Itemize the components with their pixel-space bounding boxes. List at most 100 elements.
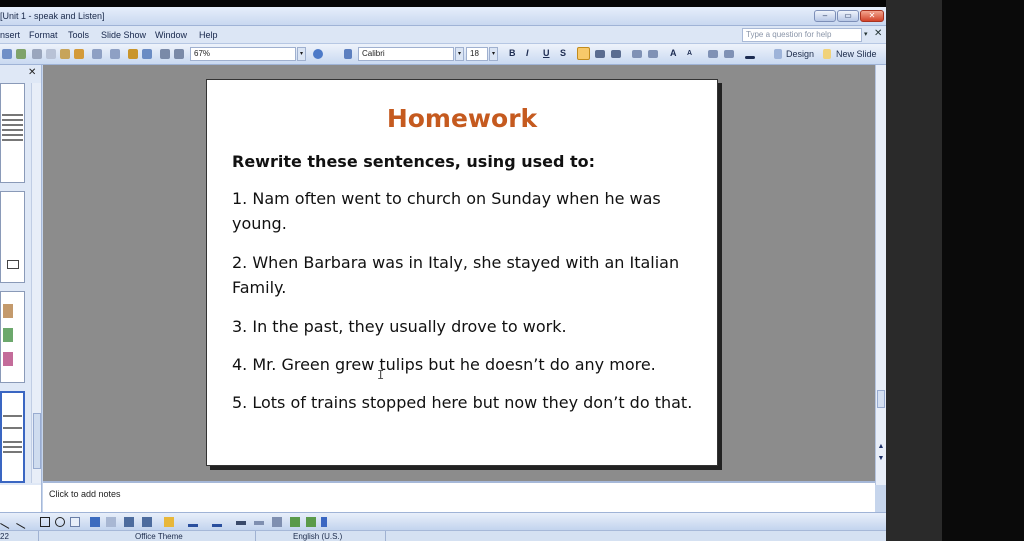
insert-wordart-icon[interactable] bbox=[160, 49, 170, 59]
menu-slide-show[interactable]: Slide Show bbox=[101, 30, 146, 40]
shadow-style-icon[interactable] bbox=[290, 517, 300, 527]
dash-style-icon[interactable] bbox=[254, 521, 264, 525]
underline-button[interactable]: U bbox=[543, 48, 550, 58]
italic-button[interactable]: I bbox=[526, 48, 529, 58]
arrow-style-icon[interactable] bbox=[272, 517, 282, 527]
close-pane-button[interactable]: ✕ bbox=[28, 67, 36, 78]
slide-title[interactable]: Homework bbox=[207, 104, 717, 133]
top-black-border bbox=[0, 0, 886, 7]
wordart-icon[interactable] bbox=[90, 517, 100, 527]
scroll-thumb[interactable] bbox=[877, 390, 885, 408]
font-color-draw-icon[interactable] bbox=[212, 524, 222, 527]
paste-icon[interactable] bbox=[60, 49, 70, 59]
status-divider bbox=[38, 531, 39, 541]
slide-number: 22 bbox=[0, 532, 9, 541]
design-icon[interactable] bbox=[774, 49, 782, 59]
research-icon[interactable] bbox=[16, 49, 26, 59]
arrow-icon[interactable] bbox=[16, 515, 30, 529]
bold-button[interactable]: B bbox=[509, 48, 516, 58]
help-icon[interactable] bbox=[313, 49, 323, 59]
toolbar-options-icon[interactable] bbox=[321, 517, 327, 527]
fill-color-icon[interactable] bbox=[164, 517, 174, 527]
align-right-icon[interactable] bbox=[611, 50, 621, 58]
slide-thumbnail[interactable] bbox=[0, 191, 25, 283]
decrease-font-button[interactable]: A bbox=[687, 50, 692, 57]
insert-chart-icon[interactable] bbox=[128, 49, 138, 59]
redo-icon[interactable] bbox=[110, 49, 120, 59]
help-search-input[interactable]: Type a question for help bbox=[742, 28, 862, 42]
menu-window[interactable]: Window bbox=[155, 30, 187, 40]
bullets-icon[interactable] bbox=[648, 50, 658, 58]
minimize-button[interactable]: – bbox=[814, 10, 836, 22]
picture-icon[interactable] bbox=[142, 517, 152, 527]
slide[interactable]: Homework Rewrite these sentences, using … bbox=[206, 79, 718, 466]
font-size-select[interactable]: 18 bbox=[466, 47, 488, 61]
3d-style-icon[interactable] bbox=[306, 517, 316, 527]
language-status[interactable]: English (U.S.) bbox=[293, 532, 342, 541]
sentence-item[interactable]: 5. Lots of trains stopped here but now t… bbox=[232, 390, 702, 415]
oval-icon[interactable] bbox=[55, 517, 65, 527]
sentence-item[interactable]: 1. Nam often went to church on Sunday wh… bbox=[232, 186, 702, 236]
title-bar: [Unit 1 - speak and Listen] – ▭ ✕ bbox=[0, 7, 886, 26]
slide-subtitle[interactable]: Rewrite these sentences, using used to: bbox=[232, 152, 595, 171]
maximize-button[interactable]: ▭ bbox=[837, 10, 859, 22]
notes-placeholder[interactable]: Click to add notes bbox=[49, 489, 121, 499]
menu-insert[interactable]: nsert bbox=[0, 30, 20, 40]
next-slide-icon[interactable]: ▼ bbox=[877, 455, 885, 465]
clipart-icon[interactable] bbox=[124, 517, 134, 527]
design-button[interactable]: Design bbox=[786, 49, 814, 59]
cut-icon[interactable] bbox=[32, 49, 42, 59]
menu-help[interactable]: Help bbox=[199, 30, 218, 40]
toolbar-options-icon[interactable] bbox=[344, 49, 352, 59]
sentence-item[interactable]: 4. Mr. Green grew tulips but he doesn’t … bbox=[232, 352, 702, 377]
close-document-button[interactable]: ✕ bbox=[874, 28, 882, 39]
font-name-select[interactable]: Calibri bbox=[358, 47, 454, 61]
spelling-icon[interactable] bbox=[2, 49, 12, 59]
increase-indent-icon[interactable] bbox=[724, 50, 734, 58]
slide-thumbnail-current[interactable] bbox=[0, 391, 25, 483]
font-dropdown-icon[interactable]: ▾ bbox=[455, 47, 464, 61]
increase-font-button[interactable]: A bbox=[670, 48, 677, 58]
slide-thumbnail[interactable] bbox=[0, 291, 25, 383]
new-slide-icon[interactable] bbox=[823, 49, 831, 59]
shadow-button[interactable]: S bbox=[560, 48, 566, 58]
format-painter-icon[interactable] bbox=[74, 49, 84, 59]
textbox-icon[interactable] bbox=[70, 517, 80, 527]
numbering-icon[interactable] bbox=[632, 50, 642, 58]
close-window-button[interactable]: ✕ bbox=[860, 10, 884, 22]
notes-pane[interactable]: Click to add notes bbox=[43, 481, 875, 512]
align-left-icon[interactable] bbox=[577, 47, 590, 60]
decrease-indent-icon[interactable] bbox=[708, 50, 718, 58]
insert-table-icon[interactable] bbox=[142, 49, 152, 59]
line-style-icon[interactable] bbox=[236, 521, 246, 525]
sentence-item[interactable]: 2. When Barbara was in Italy, she stayed… bbox=[232, 250, 702, 300]
diagram-icon[interactable] bbox=[106, 517, 116, 527]
status-divider bbox=[385, 531, 386, 541]
previous-slide-icon[interactable]: ▲ bbox=[877, 443, 885, 453]
zoom-select[interactable]: 67% bbox=[190, 47, 296, 61]
menu-tools[interactable]: Tools bbox=[68, 30, 89, 40]
rectangle-icon[interactable] bbox=[40, 517, 50, 527]
powerpoint-window: [Unit 1 - speak and Listen] – ▭ ✕ nsert … bbox=[0, 7, 886, 541]
font-size-dropdown-icon[interactable]: ▾ bbox=[489, 47, 498, 61]
align-center-icon[interactable] bbox=[595, 50, 605, 58]
line-icon[interactable] bbox=[0, 515, 14, 529]
menu-format[interactable]: Format bbox=[29, 30, 58, 40]
copy-icon[interactable] bbox=[46, 49, 56, 59]
font-color-icon[interactable] bbox=[745, 56, 755, 59]
slide-thumbnail[interactable] bbox=[0, 83, 25, 183]
zoom-dropdown-icon[interactable]: ▾ bbox=[297, 47, 306, 61]
text-cursor-icon: I bbox=[377, 368, 385, 382]
right-screen-margin bbox=[886, 0, 942, 541]
window-title: [Unit 1 - speak and Listen] bbox=[0, 11, 105, 21]
new-slide-button[interactable]: New Slide bbox=[836, 49, 877, 59]
line-color-icon[interactable] bbox=[188, 524, 198, 527]
slides-pane-scrollbar[interactable] bbox=[31, 83, 41, 483]
canvas-scrollbar[interactable]: ▲ ▼ bbox=[875, 65, 886, 485]
help-dropdown-icon[interactable]: ▾ bbox=[864, 30, 868, 38]
undo-icon[interactable] bbox=[92, 49, 102, 59]
show-grid-icon[interactable] bbox=[174, 49, 184, 59]
slide-editing-area[interactable]: Homework Rewrite these sentences, using … bbox=[43, 65, 875, 481]
sentence-item[interactable]: 3. In the past, they usually drove to wo… bbox=[232, 314, 702, 339]
scroll-thumb[interactable] bbox=[33, 413, 41, 469]
